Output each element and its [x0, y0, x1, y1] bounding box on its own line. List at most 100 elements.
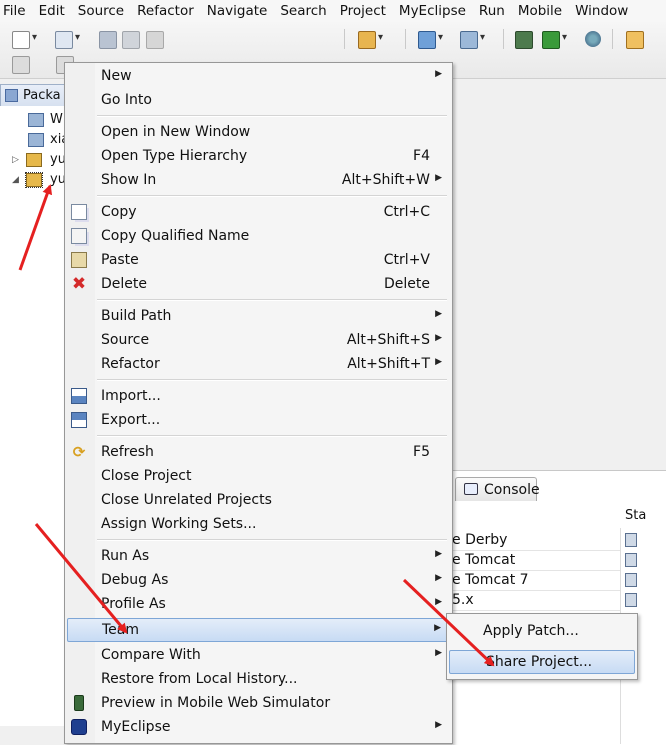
- server-debug-icon[interactable]: [460, 31, 485, 49]
- menu-item-restore-from-local-history[interactable]: Restore from Local History...: [65, 667, 452, 691]
- menu-item-label: Profile As: [101, 596, 166, 612]
- new-wizard-icon[interactable]: [55, 31, 80, 49]
- globe-icon[interactable]: [585, 31, 601, 47]
- menu-item-label: Open in New Window: [101, 124, 251, 140]
- menu-item-refactor[interactable]: Refactor Alt+Shift+T ▶: [65, 352, 452, 376]
- menu-item-show-in[interactable]: Show In Alt+Shift+W ▶: [65, 168, 452, 192]
- menu-item-label: New: [101, 68, 132, 84]
- submenu-arrow-icon: ▶: [435, 173, 442, 183]
- tree-row[interactable]: ◢ yu: [0, 170, 66, 190]
- package-explorer-icon: [5, 89, 18, 102]
- status-column-header: Sta: [625, 508, 647, 523]
- menu-window[interactable]: Window: [569, 3, 635, 19]
- menu-item-new[interactable]: New ▶: [65, 64, 452, 88]
- menu-separator: [97, 379, 447, 381]
- menu-item-label: Refactor: [101, 356, 160, 372]
- menu-item-shortcut: F5: [413, 444, 430, 460]
- menu-item-shortcut: Ctrl+V: [383, 252, 430, 268]
- menu-file[interactable]: File: [0, 3, 33, 19]
- menu-item-preview-mobile[interactable]: Preview in Mobile Web Simulator: [65, 691, 452, 715]
- menu-navigate[interactable]: Navigate: [201, 3, 275, 19]
- open-folder-icon[interactable]: [626, 31, 644, 49]
- menu-item-profile-as[interactable]: Profile As ▶: [65, 592, 452, 616]
- menu-separator: [97, 195, 447, 197]
- menu-item-apply-patch[interactable]: Apply Patch...: [447, 619, 637, 643]
- menu-item-copy[interactable]: Copy Ctrl+C: [65, 200, 452, 224]
- menu-item-refresh[interactable]: ⟳ Refresh F5: [65, 440, 452, 464]
- menu-item-go-into[interactable]: Go Into: [65, 88, 452, 112]
- menu-source[interactable]: Source: [72, 3, 131, 19]
- console-icon: [464, 483, 478, 495]
- server-row[interactable]: 5.x: [452, 590, 620, 611]
- menu-edit[interactable]: Edit: [33, 3, 72, 19]
- menu-item-team[interactable]: Team ▶: [67, 618, 450, 642]
- menu-refactor[interactable]: Refactor: [131, 3, 201, 19]
- tab-console-label: Console: [484, 482, 540, 498]
- menu-run[interactable]: Run: [473, 3, 512, 19]
- menu-mobile[interactable]: Mobile: [512, 3, 569, 19]
- menu-item-build-path[interactable]: Build Path ▶: [65, 304, 452, 328]
- menu-item-label: Debug As: [101, 572, 169, 588]
- web-project-icon: [25, 172, 43, 188]
- menu-item-open-in-new-window[interactable]: Open in New Window: [65, 120, 452, 144]
- print-icon[interactable]: [146, 31, 164, 49]
- menu-item-source[interactable]: Source Alt+Shift+S ▶: [65, 328, 452, 352]
- menu-item-compare-with[interactable]: Compare With ▶: [65, 643, 452, 667]
- menu-item-label: Go Into: [101, 92, 152, 108]
- menu-project[interactable]: Project: [334, 3, 393, 19]
- collapse-icon[interactable]: ◢: [12, 175, 19, 185]
- menu-item-debug-as[interactable]: Debug As ▶: [65, 568, 452, 592]
- menu-item-share-project[interactable]: Share Project...: [449, 650, 635, 674]
- submenu-arrow-icon: ▶: [434, 623, 441, 633]
- menu-myeclipse[interactable]: MyEclipse: [393, 3, 473, 19]
- menu-item-label: Restore from Local History...: [101, 671, 298, 687]
- delete-icon: ✖: [71, 274, 87, 294]
- back-icon[interactable]: [12, 56, 30, 74]
- import-icon: [71, 388, 87, 404]
- save-icon[interactable]: [99, 31, 117, 49]
- menu-item-delete[interactable]: ✖ Delete Delete: [65, 272, 452, 296]
- menu-item-close-unrelated-projects[interactable]: Close Unrelated Projects: [65, 488, 452, 512]
- folder-icon: [28, 113, 44, 127]
- menu-item-label: Copy: [101, 204, 137, 220]
- menu-item-run-as[interactable]: Run As ▶: [65, 544, 452, 568]
- save-all-icon[interactable]: [122, 31, 140, 49]
- menu-item-open-type-hierarchy[interactable]: Open Type Hierarchy F4: [65, 144, 452, 168]
- export-icon: [71, 412, 87, 428]
- context-menu: New ▶ Go Into Open in New Window Open Ty…: [64, 62, 453, 744]
- tree-row[interactable]: W: [0, 110, 66, 130]
- menu-item-copy-qualified-name[interactable]: Copy Qualified Name: [65, 224, 452, 248]
- menu-item-close-project[interactable]: Close Project: [65, 464, 452, 488]
- submenu-arrow-icon: ▶: [435, 597, 442, 607]
- submenu-arrow-icon: ▶: [435, 573, 442, 583]
- tab-console[interactable]: Console: [455, 477, 540, 501]
- server-start-icon[interactable]: [418, 31, 443, 49]
- new-icon[interactable]: [12, 31, 37, 49]
- menu-item-shortcut: Alt+Shift+W: [341, 172, 430, 188]
- menu-item-shortcut: Alt+Shift+S: [346, 332, 430, 348]
- server-status-icon: [625, 573, 637, 587]
- menu-item-import[interactable]: Import...: [65, 384, 452, 408]
- expand-icon[interactable]: ▷: [12, 155, 19, 165]
- menu-item-label: Close Project: [101, 468, 192, 484]
- menu-item-paste[interactable]: Paste Ctrl+V: [65, 248, 452, 272]
- tree-row[interactable]: ▷ yu: [0, 150, 66, 170]
- menu-item-myeclipse[interactable]: MyEclipse ▶: [65, 715, 452, 739]
- deploy-icon[interactable]: [358, 31, 383, 49]
- server-status-icon: [625, 553, 637, 567]
- server-row[interactable]: e Tomcat 7: [452, 570, 620, 591]
- run-icon[interactable]: [542, 31, 567, 49]
- server-row[interactable]: e Tomcat: [452, 550, 620, 571]
- menu-item-assign-working-sets[interactable]: Assign Working Sets...: [65, 512, 452, 536]
- menu-item-label: Show In: [101, 172, 157, 188]
- menu-item-export[interactable]: Export...: [65, 408, 452, 432]
- menu-item-label: Build Path: [101, 308, 172, 324]
- tab-package-explorer[interactable]: Packa: [0, 84, 66, 106]
- submenu-arrow-icon: ▶: [435, 309, 442, 319]
- web-project-icon: [26, 153, 42, 167]
- server-row[interactable]: e Derby: [452, 530, 620, 551]
- open-type-icon[interactable]: [515, 31, 533, 49]
- team-submenu: Apply Patch... Share Project...: [446, 613, 638, 680]
- menu-search[interactable]: Search: [274, 3, 333, 19]
- tree-row[interactable]: xia: [0, 130, 69, 150]
